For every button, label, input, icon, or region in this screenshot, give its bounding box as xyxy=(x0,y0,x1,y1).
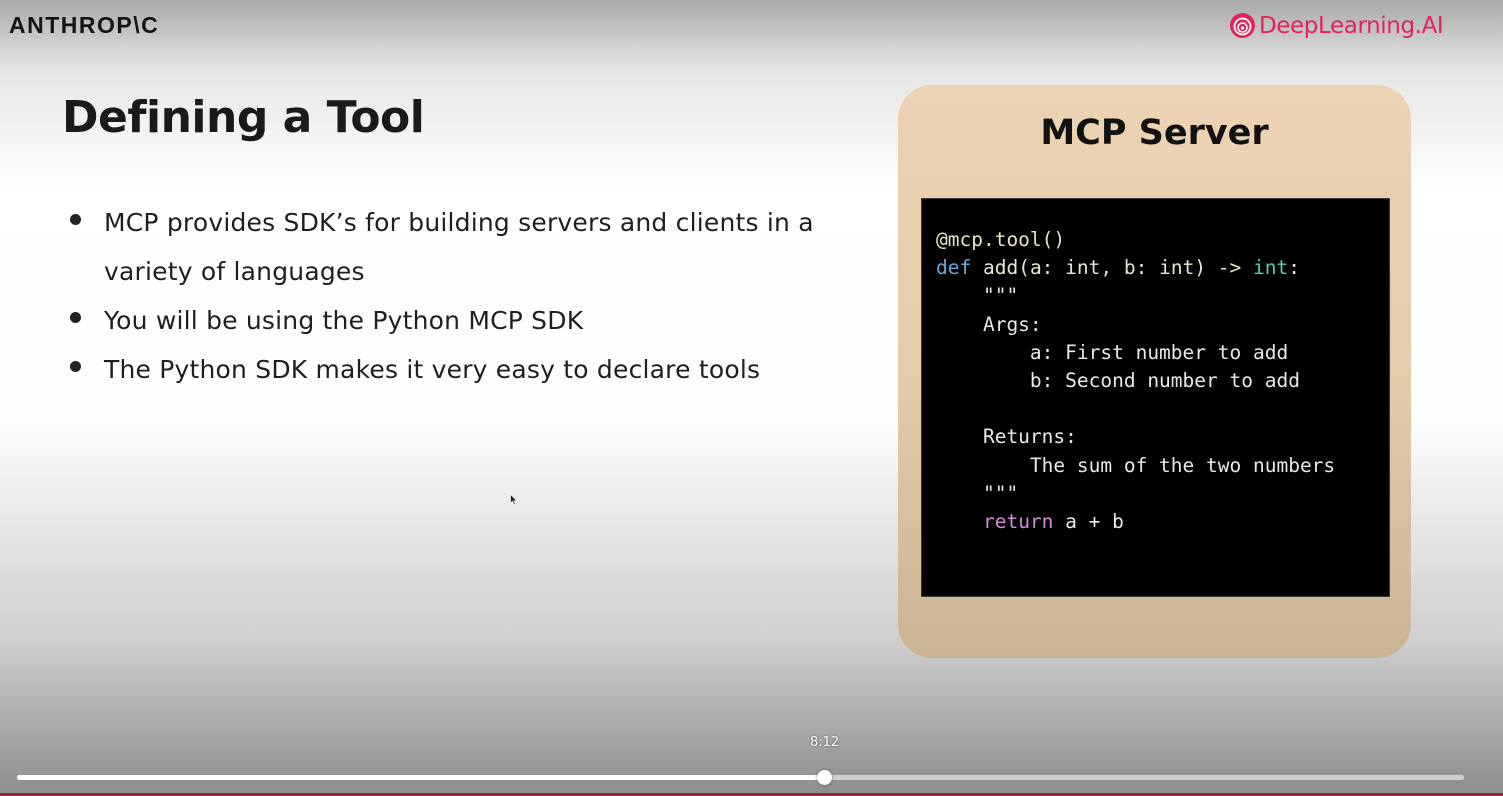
code-signature-end: : xyxy=(1288,256,1300,280)
bullet-dot-icon xyxy=(70,312,81,323)
bullet-list: MCP provides SDK’s for building servers … xyxy=(68,198,828,394)
slide-title: Defining a Tool xyxy=(62,92,425,143)
bullet-text: You will be using the Python MCP SDK xyxy=(104,306,584,335)
video-progress-bar[interactable] xyxy=(17,770,1464,785)
code-docstring-line: The sum of the two numbers xyxy=(936,453,1336,477)
anthropic-logo: ANTHROP\C xyxy=(9,12,160,38)
bullet-item: You will be using the Python MCP SDK xyxy=(68,296,828,345)
code-def-keyword: def xyxy=(936,256,972,280)
video-progress-fill xyxy=(17,775,825,780)
deeplearning-ai-logo: DeepLearning.AI xyxy=(1229,12,1444,39)
video-progress-handle[interactable] xyxy=(817,770,833,785)
bullet-text: The Python SDK makes it very easy to dec… xyxy=(104,355,761,384)
bullet-dot-icon xyxy=(70,214,81,225)
bullet-text: MCP provides SDK’s for building servers … xyxy=(104,208,814,286)
code-docstring-line: Args: xyxy=(936,312,1042,336)
video-frame[interactable]: ANTHROP\C DeepLearning.AI Defining a Too… xyxy=(0,0,1503,796)
seek-time-tooltip: 8:12 xyxy=(810,735,840,750)
code-docstring-line: """ xyxy=(936,481,1019,505)
bullet-item: MCP provides SDK’s for building servers … xyxy=(68,198,828,296)
code-docstring-line: b: Second number to add xyxy=(936,369,1300,393)
code-docstring-line: a: First number to add xyxy=(936,340,1289,364)
mcp-server-title: MCP Server xyxy=(1040,113,1269,153)
code-return-expression: a + b xyxy=(1053,510,1124,534)
code-docstring-line: Returns: xyxy=(936,425,1077,449)
bullet-item: The Python SDK makes it very easy to dec… xyxy=(68,345,828,394)
bullet-dot-icon xyxy=(70,361,81,372)
code-signature: add(a: int, b: int) -> xyxy=(982,256,1254,280)
mouse-cursor-icon xyxy=(510,494,518,505)
code-block: @mcp.tool() def add(a: int, b: int) -> i… xyxy=(936,226,1335,536)
code-docstring-line: """ xyxy=(936,284,1019,308)
code-decorator: @mcp.tool() xyxy=(936,228,1066,251)
code-panel: @mcp.tool() def add(a: int, b: int) -> i… xyxy=(921,198,1390,597)
code-return-keyword: return xyxy=(982,510,1054,534)
mcp-server-card: MCP Server @mcp.tool() def add(a: int, b… xyxy=(898,85,1411,658)
code-return-indent xyxy=(936,510,983,533)
code-return-type: int xyxy=(1253,256,1289,280)
deeplearning-ai-logo-mark xyxy=(1230,13,1255,38)
deeplearning-ai-wordmark: DeepLearning.AI xyxy=(1259,12,1444,39)
